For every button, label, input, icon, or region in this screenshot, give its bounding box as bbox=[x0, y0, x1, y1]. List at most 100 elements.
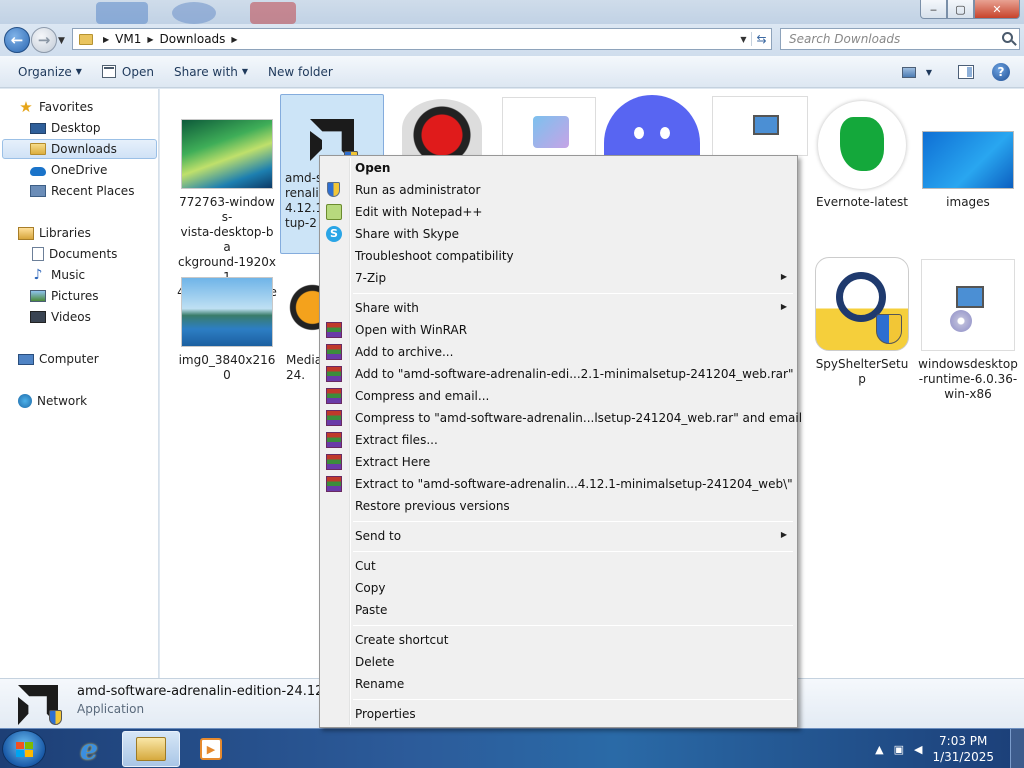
show-hidden-icons-icon[interactable]: ▲ bbox=[875, 743, 883, 756]
share-with-button[interactable]: Share with ▼ bbox=[164, 56, 258, 88]
background-window-ghost bbox=[96, 2, 148, 24]
menu-item-7zip[interactable]: 7-Zip ▶ bbox=[322, 267, 795, 289]
chevron-right-icon[interactable]: ▶ bbox=[147, 35, 153, 44]
address-bar[interactable]: ▶ VM1 ▶ Downloads ▶ ▼ ⇆ bbox=[72, 28, 772, 50]
breadcrumb-downloads[interactable]: Downloads bbox=[160, 32, 226, 46]
menu-separator bbox=[353, 293, 793, 294]
desktop-icon bbox=[30, 122, 46, 134]
menu-item-edit-with-notepad[interactable]: Edit with Notepad++ bbox=[322, 201, 795, 223]
menu-item-run-as-administrator[interactable]: Run as administrator bbox=[322, 179, 795, 201]
taskbar-internet-explorer[interactable]: e bbox=[60, 731, 118, 767]
onedrive-cloud-icon bbox=[30, 167, 46, 176]
nav-libraries[interactable]: Libraries bbox=[18, 223, 91, 243]
nav-recent-places[interactable]: Recent Places bbox=[30, 181, 134, 201]
organize-button[interactable]: Organize ▼ bbox=[8, 56, 92, 88]
menu-item-share-with[interactable]: Share with ▶ bbox=[322, 297, 795, 319]
cd-icon bbox=[950, 310, 972, 332]
network-icon[interactable]: ▣ bbox=[894, 743, 904, 756]
menu-item-compress-to-rar-and-email[interactable]: Compress to "amd-software-adrenalin...ls… bbox=[322, 407, 802, 429]
menu-item-extract-to-folder[interactable]: Extract to "amd-software-adrenalin...4.1… bbox=[322, 473, 795, 495]
menu-item-extract-here[interactable]: Extract Here bbox=[322, 451, 795, 473]
menu-item-restore-previous-versions[interactable]: Restore previous versions bbox=[322, 495, 795, 517]
taskbar-windows-explorer[interactable] bbox=[122, 731, 180, 767]
menu-item-paste[interactable]: Paste bbox=[322, 599, 795, 621]
nav-desktop[interactable]: Desktop bbox=[30, 118, 101, 138]
file-item[interactable]: images bbox=[916, 131, 1020, 210]
recent-pages-dropdown[interactable]: ▼ bbox=[58, 36, 65, 46]
back-button[interactable]: ← bbox=[4, 27, 30, 53]
menu-item-delete[interactable]: Delete bbox=[322, 651, 795, 673]
file-item[interactable]: windowsdesktop -runtime-6.0.36- win-x86 bbox=[916, 259, 1020, 402]
view-icon bbox=[901, 66, 916, 78]
nav-computer[interactable]: Computer bbox=[18, 349, 99, 369]
submenu-arrow-icon: ▶ bbox=[780, 302, 787, 311]
chevron-right-icon[interactable]: ▶ bbox=[103, 35, 109, 44]
menu-item-extract-files[interactable]: Extract files... bbox=[322, 429, 795, 451]
file-item[interactable] bbox=[390, 99, 494, 159]
file-item[interactable]: Evernote-latest bbox=[810, 101, 914, 210]
documents-icon bbox=[32, 247, 44, 261]
uac-shield-icon bbox=[49, 710, 62, 725]
start-button[interactable] bbox=[2, 730, 46, 768]
new-folder-button[interactable]: New folder bbox=[258, 56, 343, 88]
file-name: SpyShelterSetup bbox=[815, 357, 909, 386]
libraries-icon bbox=[18, 226, 34, 240]
nav-downloads[interactable]: Downloads bbox=[2, 139, 157, 159]
search-icon[interactable] bbox=[1002, 32, 1013, 43]
menu-item-add-to-rar[interactable]: Add to "amd-software-adrenalin-edi...2.1… bbox=[322, 363, 795, 385]
minimize-button[interactable]: ‒ bbox=[920, 0, 947, 19]
chevron-right-icon[interactable]: ▶ bbox=[231, 35, 237, 44]
refresh-icon[interactable]: ⇆ bbox=[751, 32, 771, 46]
folder-icon bbox=[136, 737, 166, 761]
show-desktop-button[interactable] bbox=[1010, 729, 1024, 768]
menu-item-properties[interactable]: Properties bbox=[322, 703, 795, 725]
nav-onedrive[interactable]: OneDrive bbox=[30, 160, 107, 180]
submenu-arrow-icon: ▶ bbox=[780, 530, 787, 539]
nav-network[interactable]: Network bbox=[18, 391, 87, 411]
open-button[interactable]: Open bbox=[92, 56, 164, 88]
file-item[interactable] bbox=[600, 95, 704, 155]
menu-item-add-to-archive[interactable]: Add to archive... bbox=[322, 341, 795, 363]
nav-label: Recent Places bbox=[51, 184, 135, 198]
file-item[interactable]: 772763-windows-vista-desktop-ba ckground-… bbox=[175, 119, 279, 300]
change-view-button[interactable]: ▼ bbox=[892, 56, 942, 88]
file-item[interactable]: SpyShelterSetup bbox=[810, 257, 914, 387]
file-item[interactable] bbox=[497, 97, 601, 157]
clock-date: 1/31/2025 bbox=[932, 750, 994, 764]
menu-item-share-with-skype[interactable]: S Share with Skype bbox=[322, 223, 795, 245]
address-history-dropdown[interactable]: ▼ bbox=[735, 35, 751, 44]
menu-item-rename[interactable]: Rename bbox=[322, 673, 795, 695]
evernote-app-icon bbox=[818, 101, 906, 189]
close-button[interactable]: ✕ bbox=[974, 0, 1020, 19]
file-item[interactable]: img0_3840x2160 bbox=[175, 277, 279, 383]
breadcrumb-vm1[interactable]: VM1 bbox=[115, 32, 141, 46]
nav-label: Music bbox=[51, 268, 86, 282]
forward-button[interactable]: → bbox=[31, 27, 57, 53]
file-item[interactable] bbox=[708, 96, 812, 156]
nav-documents[interactable]: Documents bbox=[30, 244, 117, 264]
maximize-button[interactable]: ▢ bbox=[947, 0, 974, 19]
volume-muted-icon[interactable]: ◀ bbox=[914, 743, 922, 756]
menu-item-open[interactable]: Open bbox=[322, 157, 795, 179]
menu-item-cut[interactable]: Cut bbox=[322, 555, 795, 577]
nav-music[interactable]: ♪ Music bbox=[30, 265, 86, 285]
nav-pictures[interactable]: Pictures bbox=[30, 286, 99, 306]
menu-item-copy[interactable]: Copy bbox=[322, 577, 795, 599]
menu-item-send-to[interactable]: Send to ▶ bbox=[322, 525, 795, 547]
nav-favorites[interactable]: ★ Favorites bbox=[18, 97, 93, 117]
videos-icon bbox=[30, 311, 46, 323]
winrar-icon bbox=[326, 476, 342, 492]
clock[interactable]: 7:03 PM 1/31/2025 bbox=[932, 733, 994, 765]
taskbar-media-player[interactable]: ▶ bbox=[182, 731, 240, 767]
open-icon bbox=[101, 65, 116, 78]
menu-item-troubleshoot-compatibility[interactable]: Troubleshoot compatibility bbox=[322, 245, 795, 267]
amd-app-icon bbox=[18, 685, 62, 725]
search-input[interactable] bbox=[781, 32, 991, 46]
nav-videos[interactable]: Videos bbox=[30, 307, 91, 327]
search-box[interactable] bbox=[780, 28, 1020, 50]
menu-item-compress-and-email[interactable]: Compress and email... bbox=[322, 385, 795, 407]
menu-item-open-with-winrar[interactable]: Open with WinRAR bbox=[322, 319, 795, 341]
help-icon[interactable]: ? bbox=[992, 63, 1010, 81]
menu-item-create-shortcut[interactable]: Create shortcut bbox=[322, 629, 795, 651]
preview-pane-icon[interactable] bbox=[958, 65, 974, 79]
